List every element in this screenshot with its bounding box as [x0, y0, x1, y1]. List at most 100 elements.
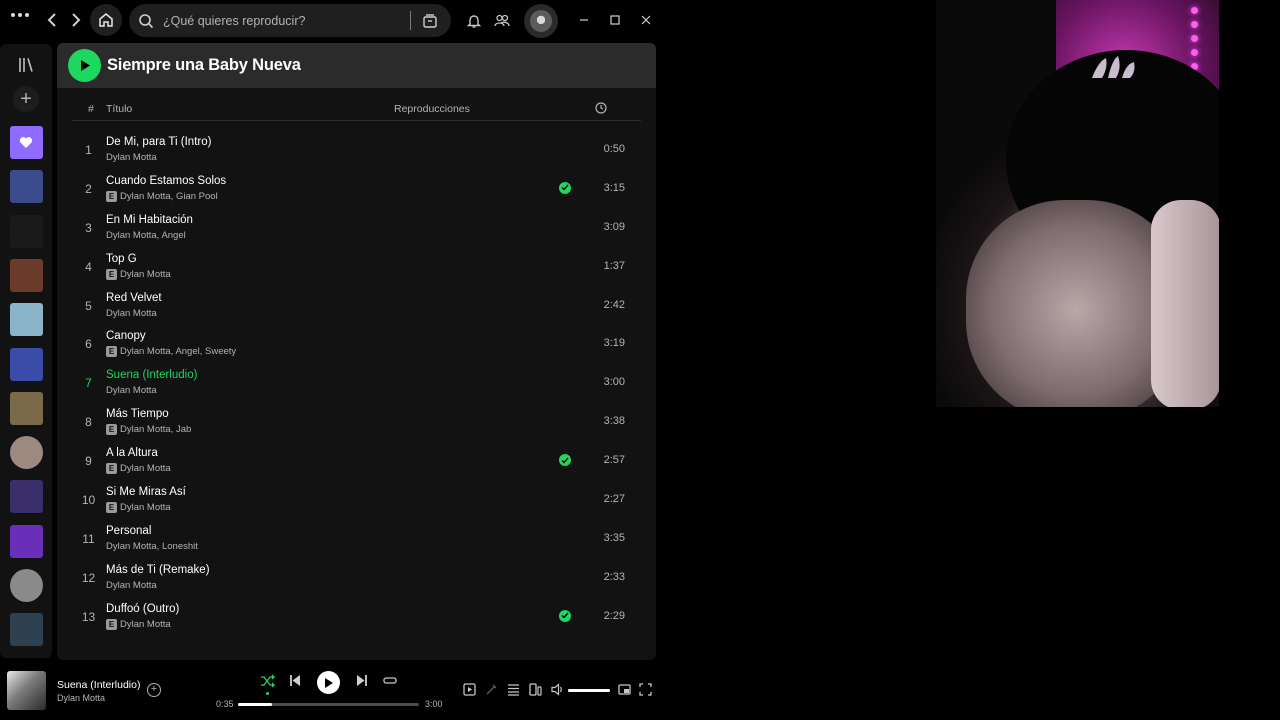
total-time: 3:00 [425, 699, 443, 709]
track-artist[interactable]: Dylan Motta [106, 385, 157, 396]
track-artist[interactable]: Dylan Motta, Jab [120, 424, 191, 435]
volume-fill [568, 689, 610, 692]
track-title[interactable]: Más de Ti (Remake) [106, 564, 210, 576]
page-title: Siempre una Baby Nueva [107, 56, 301, 74]
liked-songs-thumbnail[interactable] [10, 126, 43, 159]
connect-device-icon[interactable] [529, 683, 542, 696]
track-artist[interactable]: Dylan Motta [120, 619, 171, 630]
track-row[interactable]: 11 Personal Dylan Motta, Loneshit 3:35 [72, 520, 641, 559]
create-playlist-button[interactable]: + [13, 86, 39, 112]
track-row[interactable]: 1 De Mi, para Ti (Intro) Dylan Motta 0:50 [72, 131, 641, 170]
play-playlist-button[interactable] [68, 49, 101, 82]
back-arrow-icon[interactable] [46, 12, 58, 28]
library-item-thumbnail[interactable] [10, 480, 43, 514]
browse-icon[interactable] [419, 13, 441, 29]
repeat-icon[interactable] [383, 674, 397, 687]
saved-check-icon[interactable] [559, 181, 571, 194]
notifications-bell-icon[interactable] [467, 13, 481, 29]
track-artist[interactable]: Dylan Motta [106, 580, 157, 591]
search-input[interactable]: ¿Qué quieres reproducir? [163, 14, 410, 28]
friend-activity-icon[interactable] [494, 13, 510, 29]
track-row[interactable]: 12 Más de Ti (Remake) Dylan Motta 2:33 [72, 559, 641, 598]
track-row[interactable]: 2 Cuando Estamos Solos E Dylan Motta, Gian … [72, 170, 641, 209]
track-row[interactable]: 5 Red Velvet Dylan Motta 2:42 [72, 287, 641, 326]
play-pause-button[interactable] [317, 671, 340, 694]
track-title[interactable]: Cuando Estamos Solos [106, 175, 226, 187]
track-title[interactable]: Red Velvet [106, 292, 162, 304]
saved-check-icon[interactable] [559, 609, 571, 622]
track-artist[interactable]: Dylan Motta, Gian Pool [120, 191, 218, 202]
library-item-thumbnail[interactable] [10, 170, 43, 204]
track-number: 11 [82, 531, 95, 546]
now-playing-title[interactable]: Suena (Interludio) [57, 679, 140, 691]
track-title[interactable]: Si Me Miras Así [106, 486, 186, 498]
track-duration: 3:00 [603, 376, 625, 389]
track-row[interactable]: 6 Canopy E Dylan Motta, Angel, Sweety 3:19 [72, 325, 641, 364]
track-row[interactable]: 13 Duffoó (Outro) E Dylan Motta 2:29 [72, 598, 641, 637]
minimize-window-icon[interactable] [578, 13, 590, 27]
library-item-thumbnail[interactable] [10, 347, 43, 381]
track-row[interactable]: 8 Más Tiempo E Dylan Motta, Jab 3:38 [72, 403, 641, 442]
track-artist-line: Dylan Motta [106, 308, 157, 319]
track-artist-line: Dylan Motta [106, 152, 157, 163]
next-track-icon[interactable] [356, 674, 368, 687]
track-title[interactable]: Personal [106, 525, 151, 537]
library-item-thumbnail[interactable] [10, 569, 43, 602]
track-artist[interactable]: Dylan Motta [106, 152, 157, 163]
saved-check-icon[interactable] [559, 454, 571, 467]
track-title[interactable]: Top G [106, 253, 137, 265]
library-item-thumbnail[interactable] [10, 258, 43, 292]
close-window-icon[interactable] [640, 13, 652, 27]
track-artist[interactable]: Dylan Motta, Loneshit [106, 541, 198, 552]
playback-progress-bar[interactable] [238, 703, 419, 706]
track-title[interactable]: De Mi, para Ti (Intro) [106, 136, 211, 148]
track-artist[interactable]: Dylan Motta [120, 269, 171, 280]
library-item-thumbnail[interactable] [10, 524, 43, 558]
library-item-thumbnail[interactable] [10, 436, 43, 470]
library-icon[interactable] [17, 56, 35, 79]
track-title[interactable]: Más Tiempo [106, 408, 169, 420]
track-title[interactable]: Canopy [106, 330, 146, 342]
track-row[interactable]: 10 Si Me Miras Así E Dylan Motta 2:27 [72, 481, 641, 520]
volume-slider[interactable] [568, 689, 610, 692]
home-button[interactable] [90, 4, 122, 36]
track-row[interactable]: 7 Suena (Interludio) Dylan Motta 3:00 [72, 364, 641, 403]
track-artist[interactable]: Dylan Motta [120, 502, 171, 513]
shuffle-icon[interactable] [260, 674, 275, 688]
track-title[interactable]: Suena (Interludio) [106, 369, 197, 381]
user-avatar-button[interactable] [524, 4, 558, 38]
now-playing-view-icon[interactable] [463, 683, 476, 696]
forward-arrow-icon[interactable] [70, 12, 82, 28]
add-to-library-icon[interactable]: + [147, 683, 161, 697]
queue-icon[interactable] [507, 683, 520, 696]
search-bar[interactable]: ¿Qué quieres reproducir? [129, 4, 451, 37]
track-row[interactable]: 3 En Mi Habitación Dylan Motta, Angel 3:09 [72, 209, 641, 248]
track-artist[interactable]: Dylan Motta, Angel, Sweety [120, 346, 236, 357]
track-row[interactable]: 9 A la Altura E Dylan Motta 2:57 [72, 442, 641, 481]
library-item-thumbnail[interactable] [10, 391, 43, 425]
track-duration: 2:33 [603, 570, 625, 583]
library-item-thumbnail[interactable] [10, 613, 43, 647]
column-title[interactable]: Título [106, 103, 132, 115]
fullscreen-icon[interactable] [639, 683, 652, 696]
volume-icon[interactable] [551, 683, 564, 696]
track-row[interactable]: 4 Top G E Dylan Motta 1:37 [72, 248, 641, 287]
track-artist[interactable]: Dylan Motta, Angel [106, 230, 186, 241]
now-playing-artist[interactable]: Dylan Motta [57, 693, 105, 703]
lyrics-icon[interactable] [485, 683, 497, 696]
track-title[interactable]: Duffoó (Outro) [106, 603, 179, 615]
track-title[interactable]: En Mi Habitación [106, 214, 193, 226]
mini-player-icon[interactable] [618, 683, 631, 696]
more-menu-icon[interactable] [10, 12, 30, 18]
track-artist[interactable]: Dylan Motta [106, 308, 157, 319]
column-plays[interactable]: Reproducciones [394, 103, 470, 115]
play-icon [325, 677, 333, 688]
library-item-thumbnail[interactable] [10, 214, 43, 248]
previous-track-icon[interactable] [289, 674, 301, 687]
maximize-window-icon[interactable] [609, 13, 621, 27]
library-item-thumbnail[interactable] [10, 303, 43, 337]
now-playing-cover[interactable] [7, 671, 46, 710]
track-title[interactable]: A la Altura [106, 447, 158, 459]
track-artist-line: E Dylan Motta [106, 502, 171, 514]
track-artist[interactable]: Dylan Motta [120, 463, 171, 474]
